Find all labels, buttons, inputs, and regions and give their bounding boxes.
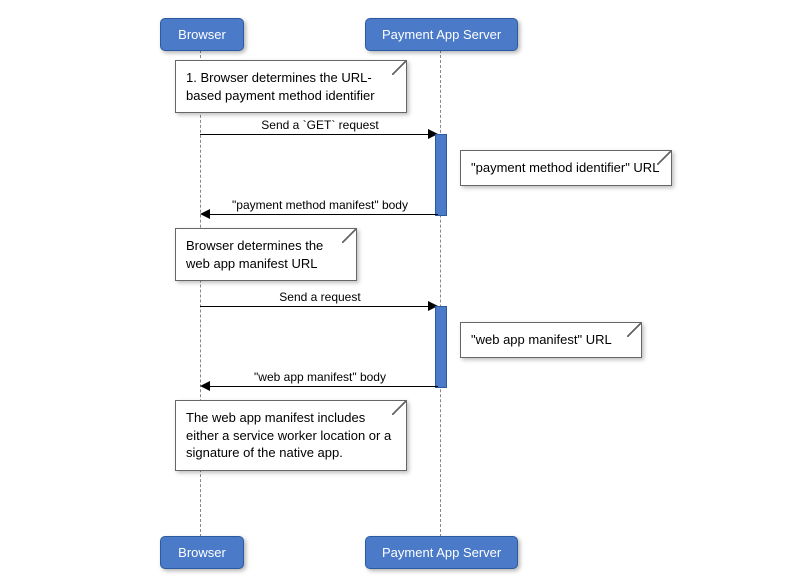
arrow-head-icon <box>200 381 210 391</box>
note-text: 1. Browser determines the URL-based paym… <box>186 70 375 103</box>
lifeline-server <box>440 50 441 537</box>
arrow-head-icon <box>200 209 210 219</box>
label: Browser <box>178 27 226 42</box>
arrow <box>200 306 430 307</box>
message-send-request: Send a request <box>200 290 440 304</box>
label: Payment App Server <box>382 545 501 560</box>
note-fold-icon <box>392 61 406 75</box>
note-fold-icon <box>657 151 671 165</box>
note-2: "payment method identifier" URL <box>460 150 672 186</box>
participant-browser-top: Browser <box>160 18 244 51</box>
note-1: 1. Browser determines the URL-based paym… <box>175 60 407 113</box>
label: Payment App Server <box>382 27 501 42</box>
note-text: "web app manifest" URL <box>471 332 612 347</box>
note-4: "web app manifest" URL <box>460 322 642 358</box>
arrow <box>200 134 430 135</box>
note-text: The web app manifest includes either a s… <box>186 410 391 460</box>
participant-server-bottom: Payment App Server <box>365 536 518 569</box>
participant-browser-bottom: Browser <box>160 536 244 569</box>
msg-text: "payment method manifest" body <box>232 198 408 212</box>
msg-text: Send a request <box>279 290 360 304</box>
note-3: Browser determines the web app manifest … <box>175 228 357 281</box>
msg-text: "web app manifest" body <box>254 370 386 384</box>
arrow <box>210 214 438 215</box>
arrow <box>210 386 438 387</box>
note-fold-icon <box>342 229 356 243</box>
note-5: The web app manifest includes either a s… <box>175 400 407 471</box>
participant-server-top: Payment App Server <box>365 18 518 51</box>
message-webapp-body: "web app manifest" body <box>200 370 440 384</box>
note-fold-icon <box>627 323 641 337</box>
sequence-diagram: Browser Payment App Server Browser Payme… <box>0 0 800 587</box>
msg-text: Send a `GET` request <box>261 118 378 132</box>
note-text: Browser determines the web app manifest … <box>186 238 323 271</box>
note-fold-icon <box>392 401 406 415</box>
message-manifest-body: "payment method manifest" body <box>200 198 440 212</box>
note-text: "payment method identifier" URL <box>471 160 659 175</box>
message-get-request: Send a `GET` request <box>200 118 440 132</box>
label: Browser <box>178 545 226 560</box>
